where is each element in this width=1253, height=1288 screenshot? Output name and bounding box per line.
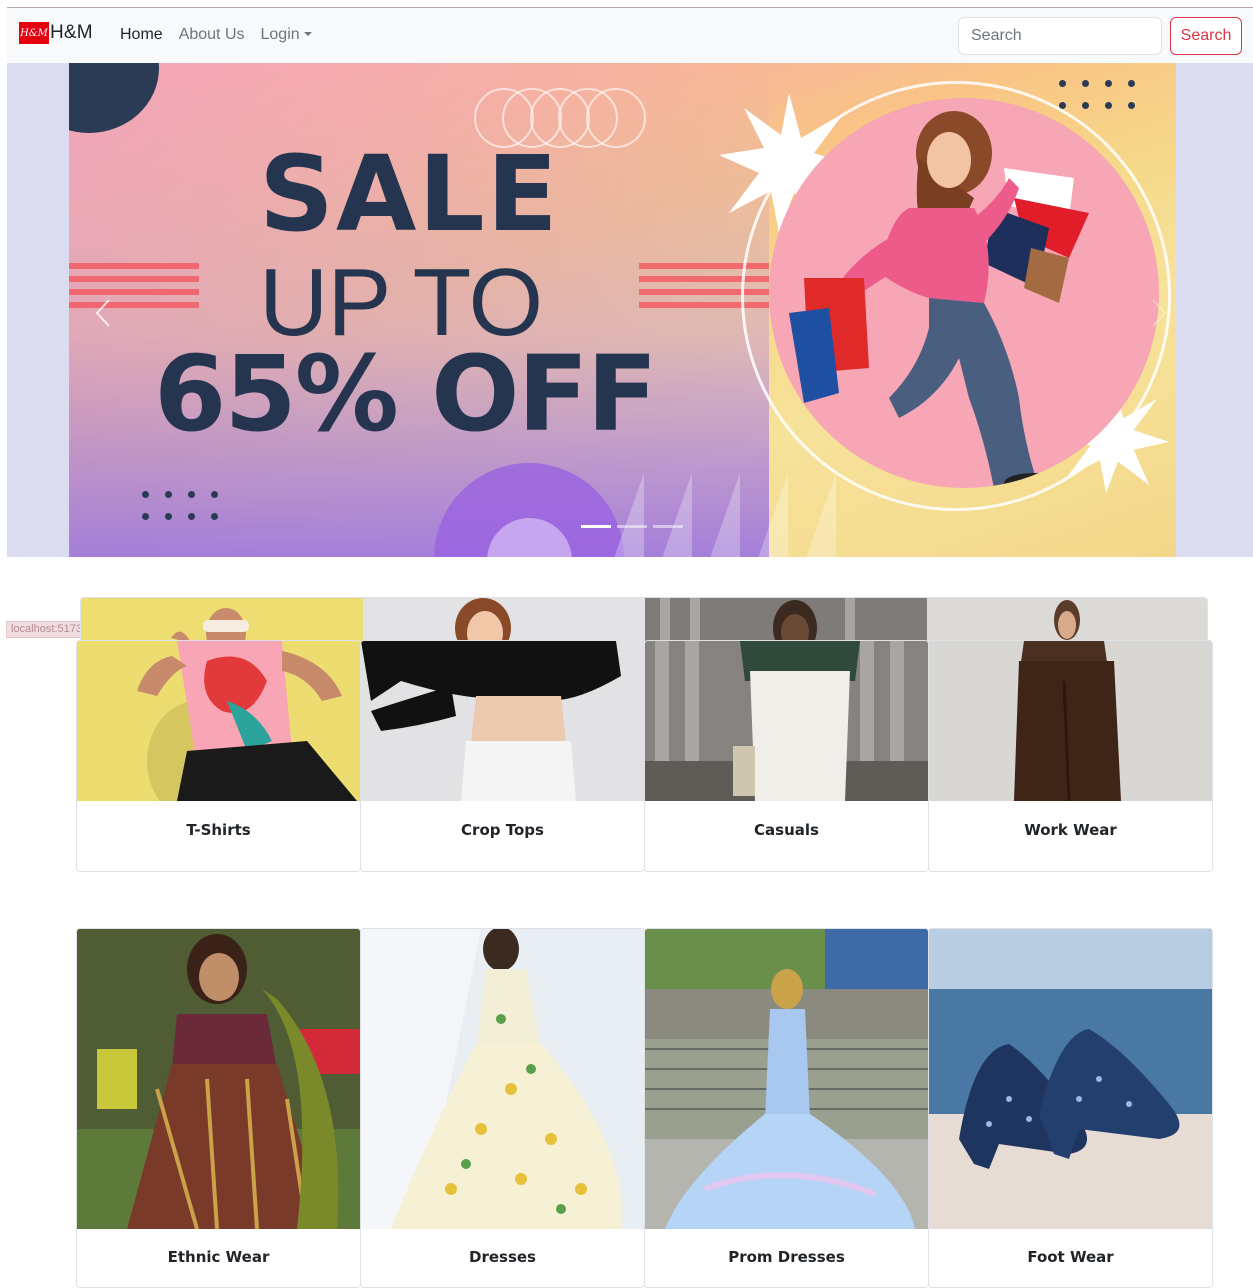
brand-text: H&M [50, 22, 93, 43]
carousel-prev-button[interactable] [83, 288, 123, 338]
card-label: Ethnic Wear [167, 1248, 270, 1266]
work-wear-image [929, 641, 1212, 801]
dresses-image [361, 929, 644, 1229]
category-card-prom-dresses[interactable]: Prom Dresses [644, 928, 929, 1288]
carousel-indicator-3[interactable] [653, 525, 683, 528]
nav-home[interactable]: Home [120, 26, 163, 44]
search-button[interactable]: Search [1170, 17, 1242, 55]
card-label: Dresses [469, 1248, 536, 1266]
sale-discount: 65% OFF [154, 333, 658, 455]
card-label: Crop Tops [461, 821, 544, 839]
strip-image-casuals [645, 598, 927, 642]
category-card-foot-wear[interactable]: Foot Wear [928, 928, 1213, 1288]
ethnic-wear-image [77, 929, 360, 1229]
card-label: Prom Dresses [728, 1248, 845, 1266]
category-strip [80, 597, 1208, 642]
sale-title: SALE [259, 133, 560, 255]
nav-about-us[interactable]: About Us [179, 26, 245, 44]
hero-carousel: SALE UP TO 65% OFF [7, 63, 1253, 557]
card-label: Work Wear [1024, 821, 1117, 839]
card-label: Foot Wear [1027, 1248, 1114, 1266]
brand[interactable]: H&M H&M [19, 22, 93, 44]
carousel-indicator-1[interactable] [581, 525, 611, 528]
strip-image-tshirts [81, 598, 363, 642]
category-card-dresses[interactable]: Dresses [360, 928, 645, 1288]
category-card-work-wear[interactable]: Work Wear [928, 640, 1213, 872]
casuals-image [645, 641, 928, 801]
strip-image-crop-tops [363, 598, 645, 642]
category-card-t-shirts[interactable]: T-Shirts [76, 640, 361, 872]
t-shirts-image [77, 641, 360, 801]
card-label: T-Shirts [186, 821, 251, 839]
model-photo [769, 98, 1159, 488]
crop-tops-image [361, 641, 644, 801]
navbar: H&M H&M Home About Us Login Search [7, 7, 1253, 63]
chevron-left-icon [95, 299, 110, 327]
category-card-crop-tops[interactable]: Crop Tops [360, 640, 645, 872]
chevron-right-icon [1152, 299, 1167, 327]
nav-login-dropdown[interactable]: Login [261, 26, 312, 44]
carousel-indicators [581, 525, 683, 528]
caret-down-icon [303, 31, 312, 36]
category-card-casuals[interactable]: Casuals [644, 640, 929, 872]
sale-banner[interactable]: SALE UP TO 65% OFF [69, 63, 1176, 557]
prom-dresses-image [645, 929, 928, 1229]
decor-dots [142, 491, 219, 520]
nav-links: Home About Us Login [120, 26, 328, 44]
strip-image-work-wear [927, 598, 1207, 642]
shopping-woman-image [789, 111, 1089, 488]
hm-logo: H&M [19, 22, 49, 44]
card-label: Casuals [754, 821, 819, 839]
foot-wear-image [929, 929, 1212, 1229]
search-input[interactable] [958, 17, 1162, 55]
category-card-ethnic-wear[interactable]: Ethnic Wear [76, 928, 361, 1288]
carousel-next-button[interactable] [1139, 288, 1179, 338]
nav-login-label: Login [260, 26, 300, 43]
carousel-indicator-2[interactable] [617, 525, 647, 528]
